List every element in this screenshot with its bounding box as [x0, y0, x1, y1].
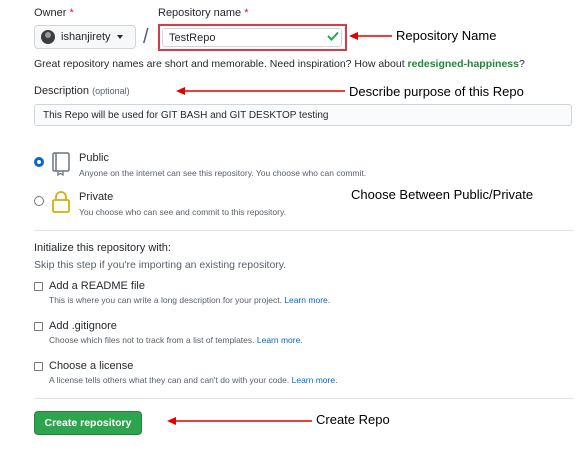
name-suggestion-link[interactable]: redesigned-happiness	[408, 58, 519, 70]
public-title: Public	[79, 152, 109, 164]
repo-name-hint: Great repository names are short and mem…	[34, 58, 525, 70]
license-note: A license tells others what they can and…	[49, 375, 337, 385]
init-heading: Initialize this repository with:	[34, 242, 171, 254]
repo-name-label: Repository name *	[158, 7, 249, 19]
hint-end: ?	[518, 58, 525, 70]
gitignore-learn-more-link[interactable]: Learn more.	[257, 335, 303, 345]
description-optional: (optional)	[92, 86, 130, 96]
owner-name: ishanjirety	[61, 31, 111, 43]
divider	[34, 230, 574, 231]
private-note: You choose who can see and commit to thi…	[79, 207, 286, 217]
readme-title: Add a README file	[49, 280, 145, 292]
readme-note-text: This is where you can write a long descr…	[49, 295, 285, 305]
hint-text: Great repository names are short and mem…	[34, 58, 408, 70]
repo-name-label-text: Repository name	[158, 7, 242, 19]
owner-repo-separator: /	[143, 26, 149, 48]
repo-icon	[52, 152, 70, 176]
owner-required-mark: *	[69, 7, 74, 19]
gitignore-title: Add .gitignore	[49, 320, 117, 332]
init-subheading: Skip this step if you're importing an ex…	[34, 259, 287, 271]
caret-down-icon	[116, 35, 123, 39]
license-learn-more-link[interactable]: Learn more.	[292, 375, 338, 385]
description-label: Description (optional)	[34, 85, 130, 97]
public-note: Anyone on the internet can see this repo…	[79, 168, 367, 178]
description-label-text: Description	[34, 85, 90, 97]
repo-name-input[interactable]	[162, 28, 342, 47]
license-checkbox[interactable]	[34, 362, 43, 371]
description-input[interactable]	[34, 104, 572, 126]
repo-name-required-mark: *	[244, 7, 249, 19]
owner-dropdown[interactable]: ishanjirety	[34, 25, 136, 49]
readme-note: This is where you can write a long descr…	[49, 295, 330, 305]
owner-label-text: Owner	[34, 7, 67, 19]
repo-name-highlight	[158, 24, 347, 51]
license-title: Choose a license	[49, 360, 134, 372]
private-radio[interactable]	[34, 196, 44, 206]
owner-label: Owner *	[34, 7, 74, 19]
gitignore-checkbox[interactable]	[34, 322, 43, 331]
readme-learn-more-link[interactable]: Learn more.	[284, 295, 330, 305]
annotation-visibility: Choose Between Public/Private	[351, 187, 534, 202]
gitignore-note-text: Choose which files not to track from a l…	[49, 335, 257, 345]
check-icon	[327, 31, 339, 41]
license-note-text: A license tells others what they can and…	[49, 375, 292, 385]
annotation-repo-name: Repository Name	[396, 28, 497, 43]
divider-bottom	[34, 398, 574, 399]
public-radio[interactable]	[34, 157, 44, 167]
private-title: Private	[79, 191, 114, 203]
annotation-create: Create Repo	[316, 412, 390, 427]
readme-checkbox[interactable]	[34, 282, 43, 291]
annotation-arrow-description	[176, 87, 345, 95]
lock-icon	[52, 191, 70, 213]
create-repository-button[interactable]: Create repository	[34, 411, 142, 435]
owner-avatar	[41, 30, 55, 44]
annotation-arrow-create	[167, 417, 312, 425]
annotation-description: Describe purpose of this Repo	[349, 84, 524, 99]
annotation-arrow-repo-name	[349, 32, 392, 40]
gitignore-note: Choose which files not to track from a l…	[49, 335, 303, 345]
